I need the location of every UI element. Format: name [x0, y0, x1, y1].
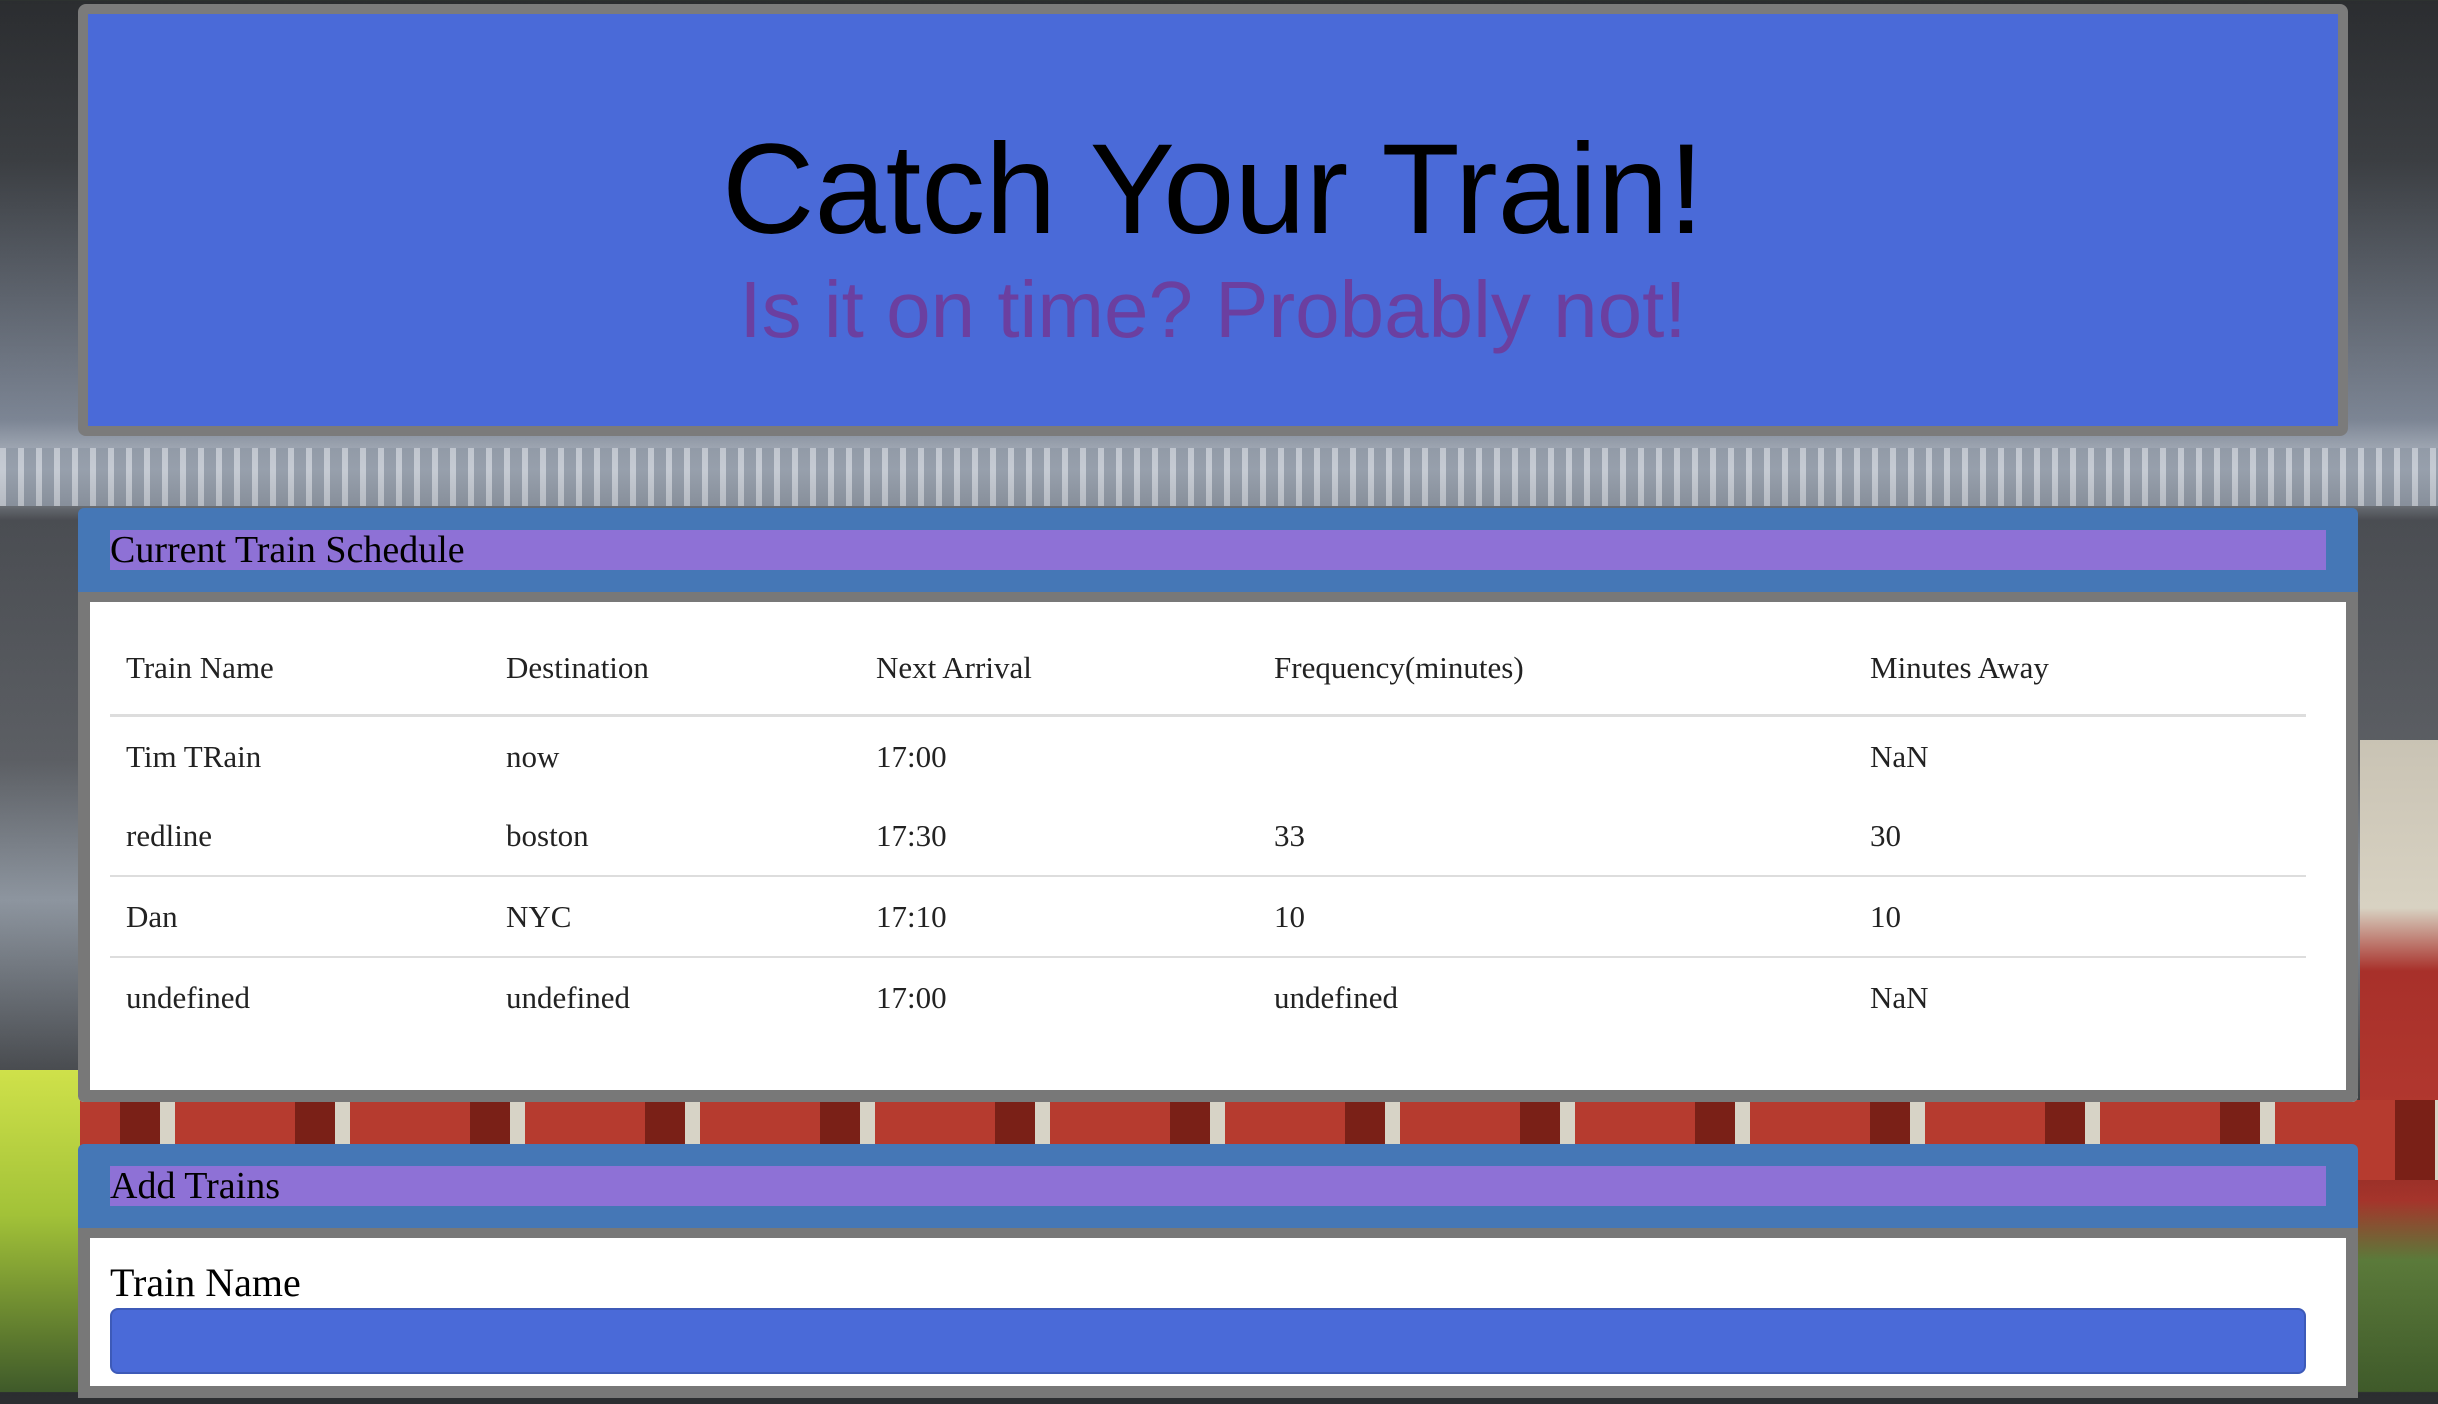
cell-frequency: 10: [1258, 875, 1854, 957]
cell-train-name: Tim TRain: [126, 738, 262, 774]
add-trains-panel-body: Train Name: [78, 1228, 2358, 1398]
cell-frequency: undefined: [1258, 956, 1854, 1037]
background-photo-rail: [0, 448, 2438, 506]
cell-frequency: 33: [1274, 817, 1305, 853]
jumbotron-header: Catch Your Train! Is it on time? Probabl…: [78, 4, 2348, 436]
cell-destination: now: [506, 738, 560, 774]
cell-train-name: Dan: [110, 875, 490, 957]
cell-destination: boston: [506, 817, 589, 853]
table-row: Dan NYC 17:10 10 10: [110, 875, 2306, 957]
cell-next-arrival: 17:30: [876, 817, 947, 853]
table-row: undefined undefined 17:00 undefined NaN: [110, 956, 2306, 1037]
train-name-label: Train Name: [110, 1260, 301, 1305]
schedule-panel-title: Current Train Schedule: [110, 530, 2326, 570]
schedule-table: Train Name Destination Next Arrival Freq…: [110, 622, 2306, 1037]
table-row: Tim TRain now 17:00 NaN: [110, 716, 2306, 797]
table-header-row: Train Name Destination Next Arrival Freq…: [110, 622, 2306, 717]
add-trains-panel-title: Add Trains: [110, 1166, 2326, 1206]
cell-train-name: redline: [126, 817, 213, 853]
schedule-panel: Current Train Schedule Train Name Destin…: [78, 508, 2358, 1102]
column-header-train-name: Train Name: [110, 622, 490, 717]
background-photo-workers: [0, 1070, 80, 1392]
column-header-minutes-away: Minutes Away: [1854, 622, 2306, 717]
background-photo-train: [2360, 740, 2438, 1160]
page-title: Catch Your Train!: [722, 118, 1704, 261]
cell-destination: undefined: [490, 956, 860, 1037]
cell-next-arrival: 17:00: [860, 956, 1258, 1037]
cell-frequency: [1258, 716, 1854, 797]
cell-destination: NYC: [490, 875, 860, 957]
schedule-panel-heading: Current Train Schedule: [78, 508, 2358, 592]
cell-next-arrival: 17:10: [860, 875, 1258, 957]
cell-train-name: undefined: [110, 956, 490, 1037]
train-name-input[interactable]: [110, 1308, 2306, 1374]
cell-minutes-away: 30: [1870, 817, 1901, 853]
schedule-panel-body: Train Name Destination Next Arrival Freq…: [78, 592, 2358, 1102]
column-header-destination: Destination: [490, 622, 860, 717]
add-trains-panel: Add Trains Train Name: [78, 1144, 2358, 1404]
cell-next-arrival: 17:00: [876, 738, 947, 774]
add-trains-panel-heading: Add Trains: [78, 1144, 2358, 1228]
column-header-frequency: Frequency(minutes): [1258, 622, 1854, 717]
page-subtitle: Is it on time? Probably not!: [739, 265, 1687, 354]
cell-minutes-away: NaN: [1870, 738, 1929, 774]
cell-minutes-away: 10: [1854, 875, 2306, 957]
table-row: redline boston 17:30 33 30: [110, 796, 2306, 876]
cell-minutes-away: NaN: [1854, 956, 2306, 1037]
column-header-next-arrival: Next Arrival: [860, 622, 1258, 717]
